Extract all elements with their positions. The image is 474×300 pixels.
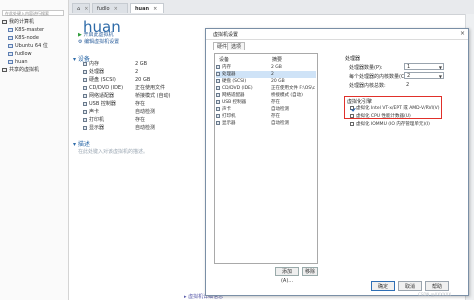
cpu-icon <box>83 69 87 74</box>
computer-icon <box>2 19 7 24</box>
list-item-printer[interactable]: 打印机 存在 <box>216 113 316 120</box>
vm-icon <box>8 43 13 48</box>
chevron-down-icon: ▼ <box>438 74 442 79</box>
cpu-icon <box>216 71 220 76</box>
remove-device-button[interactable]: 移除 <box>302 267 318 276</box>
list-header-device: 设备 <box>219 57 230 63</box>
tab-options[interactable]: 选项 <box>227 42 246 50</box>
device-list: 设备 摘要 内存 2 GB 处理器 2 硬盘 (SCSI) 20 GB CD/DVD … <box>214 53 318 264</box>
dialog-titlebar: 虚拟机设置 × <box>206 29 468 40</box>
library-item-fudlow[interactable]: fudlow <box>8 51 32 58</box>
usb-icon <box>216 99 220 104</box>
add-device-button[interactable]: 添加(A)... <box>275 267 299 284</box>
list-item-memory[interactable]: 内存 2 GB <box>216 64 316 71</box>
vm-icon <box>8 35 13 40</box>
close-icon[interactable]: × <box>460 30 465 37</box>
tab-huan[interactable]: huan × <box>130 3 164 13</box>
cancel-button[interactable]: 取消 <box>398 281 422 291</box>
memory-icon <box>83 61 87 66</box>
library-item-ubuntu[interactable]: Ubuntu 64 位 <box>8 43 48 50</box>
library-item-k8s-master[interactable]: K8S-master <box>8 27 44 34</box>
tab-fudlow[interactable]: fudlo × <box>92 3 128 13</box>
device-row-printer[interactable]: 打印机 存在 <box>83 117 173 124</box>
memory-icon <box>216 64 220 69</box>
watermark-text: CSDN @XXXXXX <box>418 292 452 297</box>
tab-home[interactable]: ⌂ × <box>72 3 90 13</box>
description-header[interactable]: ▾ 描述 <box>73 139 90 148</box>
description-text[interactable]: 在此处键入对该虚拟机的描述。 <box>78 148 148 155</box>
home-icon: ⌂ <box>77 6 81 12</box>
checkbox-icon <box>350 121 354 126</box>
device-row-usb[interactable]: USB 控制器 存在 <box>83 101 173 108</box>
folder-icon <box>2 67 7 72</box>
checkbox-checked-icon <box>350 105 354 110</box>
ok-button[interactable]: 确定 <box>371 281 395 291</box>
vm-icon <box>8 51 13 56</box>
processor-count-select[interactable]: 1 ▼ <box>404 63 444 70</box>
printer-icon <box>216 113 220 118</box>
library-header <box>2 1 64 9</box>
close-icon[interactable]: × <box>153 6 157 12</box>
monitor-icon <box>83 125 87 130</box>
speaker-icon <box>83 109 87 114</box>
close-icon[interactable]: × <box>114 6 118 12</box>
device-row-network[interactable]: 网络适配器 桥接模式 (自动) <box>83 93 173 100</box>
list-item-sound[interactable]: 声卡 自动检测 <box>216 106 316 113</box>
chevron-down-icon: ▼ <box>438 65 442 70</box>
device-row-processor[interactable]: 处理器 2 <box>83 69 173 76</box>
settings-icon: ⚙ <box>78 39 83 45</box>
processors-group-title: 处理器 <box>345 56 361 62</box>
usb-icon <box>83 101 87 106</box>
cdrom-icon <box>83 85 87 90</box>
total-cores-label: 处理器内核总数: <box>349 83 386 89</box>
dialog-title: 虚拟机设置 <box>213 32 239 38</box>
checkbox-icon <box>350 113 354 118</box>
device-row-memory[interactable]: 内存 2 GB <box>83 61 173 68</box>
cores-per-processor-label: 每个处理器的内核数量(C): <box>349 74 409 80</box>
cdrom-icon <box>216 85 220 90</box>
vm-settings-dialog: 虚拟机设置 × 硬件 选项 设备 摘要 内存 2 GB 处理器 2 硬盘 (SCSI… <box>205 28 469 296</box>
edit-settings-action[interactable]: ⚙ 编辑虚拟机设置 <box>78 38 119 45</box>
virtualize-vtx-checkbox[interactable]: 虚拟化 Intel VT-x/EPT 或 AMD-V/RVI(V) <box>350 105 439 111</box>
tab-bar: ⌂ × fudlo × huan × <box>69 0 474 15</box>
library-item-huan[interactable]: huan <box>8 59 28 66</box>
disk-icon <box>83 77 87 82</box>
monitor-icon <box>216 120 220 125</box>
network-icon <box>216 92 220 97</box>
list-item-usb[interactable]: USB 控制器 存在 <box>216 99 316 106</box>
printer-icon <box>83 117 87 122</box>
disk-icon <box>216 78 220 83</box>
power-on-action[interactable]: ▶ 开启此虚拟机 <box>78 31 113 38</box>
list-item-processor[interactable]: 处理器 2 <box>216 71 316 78</box>
total-cores-value: 2 <box>406 82 410 88</box>
list-item-network[interactable]: 网络适配器 桥接模式 (自动) <box>216 92 316 99</box>
processor-count-label: 处理器数量(P): <box>349 65 383 71</box>
vm-icon <box>8 27 13 32</box>
device-row-display[interactable]: 显示器 自动检测 <box>83 125 173 132</box>
list-header-summary: 摘要 <box>272 57 283 63</box>
library-item-k8s-node[interactable]: K8S-node <box>8 35 39 42</box>
network-icon <box>83 93 87 98</box>
list-item-disk[interactable]: 硬盘 (SCSI) 20 GB <box>216 78 316 85</box>
cores-per-processor-select[interactable]: 2 ▼ <box>404 72 444 79</box>
library-panel: 在此处键入内容进行搜索 我的计算机 K8S-master K8S-node Ub… <box>0 0 69 300</box>
list-item-display[interactable]: 显示器 自动检测 <box>216 120 316 127</box>
help-button[interactable]: 帮助 <box>425 281 449 291</box>
virtualize-iommu-checkbox[interactable]: 虚拟化 IOMMU (IO 内存管理单元)(I) <box>350 121 430 127</box>
close-icon[interactable]: × <box>84 6 88 12</box>
device-row-cdrom[interactable]: CD/DVD (IDE) 正在使用文件 <box>83 85 173 92</box>
virtualization-group-title: 虚拟化引擎 <box>347 99 373 105</box>
speaker-icon <box>216 106 220 111</box>
library-search-input[interactable]: 在此处键入内容进行搜索 <box>2 10 64 16</box>
library-item-shared-vms[interactable]: 共享的虚拟机 <box>2 67 39 74</box>
device-row-sound[interactable]: 声卡 自动检测 <box>83 109 173 116</box>
library-item-my-computer[interactable]: 我的计算机 <box>2 19 34 26</box>
vm-icon <box>8 59 13 64</box>
device-row-disk[interactable]: 硬盘 (SCSI) 20 GB <box>83 77 173 84</box>
list-item-cdrom[interactable]: CD/DVD (IDE)正在使用文件 F:\OS\centos\Ce... <box>216 85 316 92</box>
virtualize-cpu-counters-checkbox[interactable]: 虚拟化 CPU 性能计数器(U) <box>350 113 411 119</box>
